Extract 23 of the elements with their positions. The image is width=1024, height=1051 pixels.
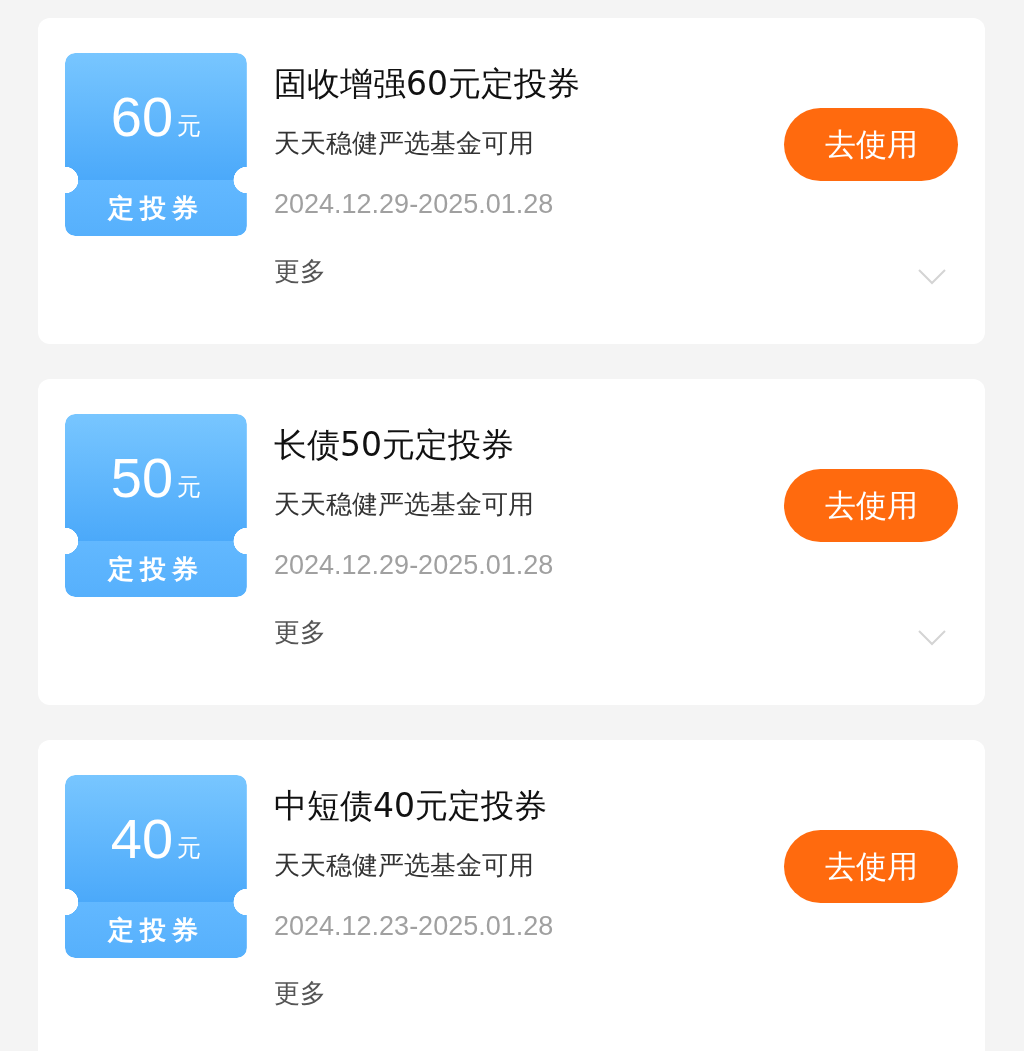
ticket-label: 定投券 bbox=[108, 913, 204, 947]
coupon-subtitle: 天天稳健严选基金可用 bbox=[274, 130, 534, 156]
coupon-amount: 50 bbox=[110, 449, 174, 506]
coupon-amount: 60 bbox=[110, 88, 174, 145]
chevron-icon[interactable] bbox=[917, 629, 947, 647]
coupon-amount: 40 bbox=[110, 810, 174, 867]
validity-dates: 2024.12.29-2025.01.28 bbox=[274, 552, 554, 579]
ticket-label: 定投券 bbox=[108, 552, 204, 586]
more-link[interactable]: 更多 bbox=[274, 258, 326, 284]
more-link[interactable]: 更多 bbox=[274, 619, 326, 645]
chevron-icon[interactable] bbox=[917, 268, 947, 286]
validity-dates: 2024.12.23-2025.01.28 bbox=[274, 913, 554, 940]
coupon-subtitle: 天天稳健严选基金可用 bbox=[274, 491, 534, 517]
validity-dates: 2024.12.29-2025.01.28 bbox=[274, 191, 554, 218]
coupon-unit: 元 bbox=[177, 832, 202, 864]
coupon-title: 中短债40元定投券 bbox=[274, 789, 547, 822]
more-link[interactable]: 更多 bbox=[274, 980, 326, 1006]
ticket-label: 定投券 bbox=[108, 191, 204, 225]
coupon-unit: 元 bbox=[177, 471, 202, 503]
coupon-title: 长债50元定投券 bbox=[274, 428, 514, 461]
coupon-title: 固收增强60元定投券 bbox=[274, 67, 580, 100]
coupon-unit: 元 bbox=[177, 110, 202, 142]
coupon-subtitle: 天天稳健严选基金可用 bbox=[274, 852, 534, 878]
